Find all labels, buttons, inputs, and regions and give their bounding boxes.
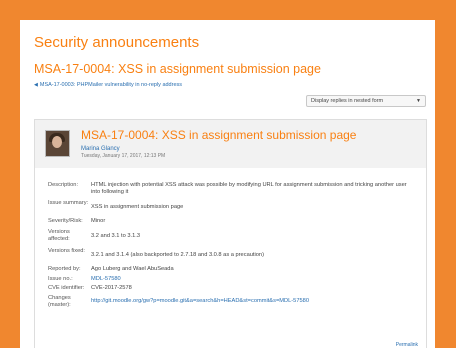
previous-discussion-link[interactable]: ◀ MSA-17-0003: PHPMailer vulnerability in… (34, 82, 182, 88)
previous-discussion-label: MSA-17-0003: PHPMailer vulnerability in … (39, 82, 183, 88)
display-mode-value: Display replies in nested form (311, 98, 384, 104)
field-label: CVE identifier: (48, 285, 85, 291)
field-value: CVE-2017-2578 (91, 285, 132, 291)
field-value: Minor (91, 218, 106, 224)
page-heading: Security announcements (34, 34, 200, 51)
field-value: 3.2 and 3.1 to 3.1.3 (91, 233, 141, 239)
left-arrow-icon: ◀ (34, 82, 38, 88)
field-label: Changes (master): (48, 295, 71, 308)
permalink-link[interactable]: Permalink (396, 342, 418, 348)
post-date: Tuesday, January 17, 2017, 12:13 PM (81, 153, 166, 159)
post-author-link[interactable]: Marina Glancy (81, 146, 120, 152)
field-label: Issue summary: (48, 200, 89, 206)
issue-link[interactable]: MDL-57580 (91, 276, 411, 283)
field-label: Issue no.: (48, 276, 73, 282)
field-label: Description: (48, 182, 79, 188)
field-label: Severity/Risk: (48, 218, 83, 224)
avatar[interactable] (45, 130, 70, 157)
post-subject: MSA-17-0004: XSS in assignment submissio… (81, 128, 357, 142)
field-label: Reported by: (48, 266, 81, 272)
field-value: 3.2.1 and 3.1.4 (also backported to 2.7.… (91, 252, 264, 258)
field-value: Ago Luberg and Wael AbuSeada (91, 266, 174, 272)
field-label: Versions affected: (48, 229, 70, 242)
forum-page: Security announcements MSA-17-0004: XSS … (20, 20, 435, 348)
field-value: HTML injection with potential XSS attack… (91, 182, 407, 195)
chevron-down-icon: ▼ (416, 98, 421, 104)
discussion-title: MSA-17-0004: XSS in assignment submissio… (34, 62, 321, 76)
post-body: Description: HTML injection with potenti… (35, 168, 426, 348)
display-mode-select[interactable]: Display replies in nested form ▼ (306, 95, 426, 107)
changes-link[interactable]: http://git.moodle.org/gw?p=moodle.git&a=… (91, 298, 411, 305)
forum-post: MSA-17-0004: XSS in assignment submissio… (34, 119, 427, 348)
field-value: XSS in assignment submission page (91, 204, 184, 210)
field-label: Versions fixed: (48, 248, 85, 254)
